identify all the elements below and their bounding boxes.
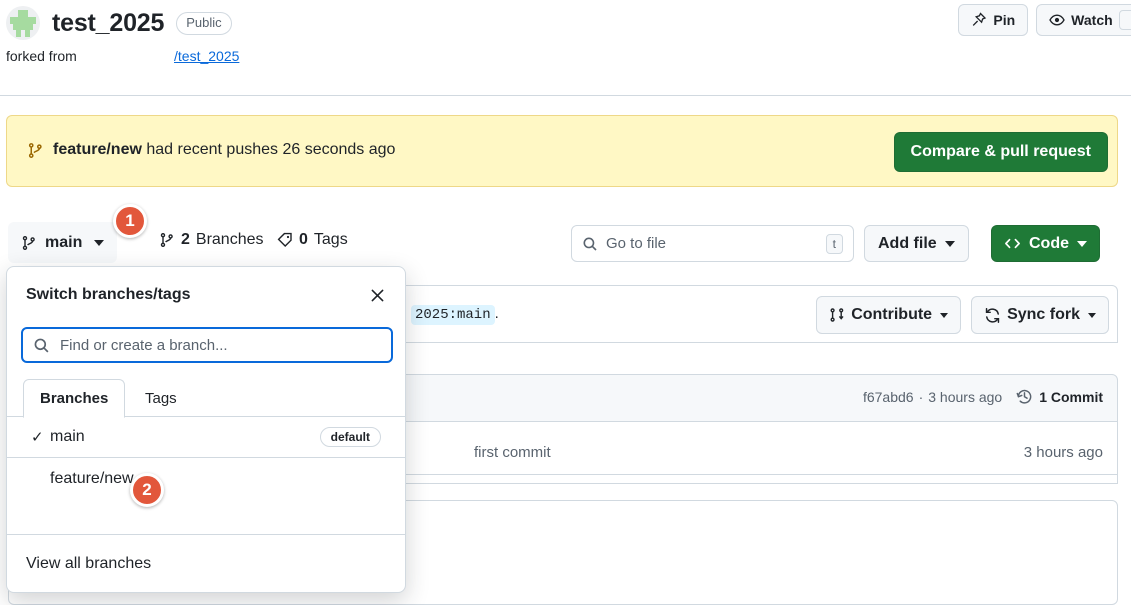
chevron-down-icon [94, 239, 105, 246]
page-title[interactable]: test_2025 [52, 9, 164, 38]
tab-branches[interactable]: Branches [23, 379, 126, 418]
go-to-file-placeholder: Go to file [606, 235, 667, 252]
sync-fork-trailing: . [494, 305, 499, 322]
branch-search-input[interactable]: Find or create a branch... [21, 327, 393, 363]
recent-pushes-branch-name: feature/new [53, 141, 142, 158]
go-to-file-input[interactable]: Go to file t [571, 225, 854, 262]
header-divider [0, 95, 1131, 96]
clock-history-icon [1016, 388, 1033, 405]
branch-search-placeholder: Find or create a branch... [60, 336, 228, 354]
add-file-button[interactable]: Add file [864, 225, 969, 262]
code-button[interactable]: Code [991, 225, 1100, 262]
branch-name: feature/new [50, 469, 134, 487]
watch-button[interactable]: Watch [1036, 4, 1131, 36]
branch-icon [159, 232, 175, 248]
sync-fork-label: Sync fork [1007, 306, 1080, 323]
visibility-badge: Public [176, 11, 232, 35]
file-commit-message[interactable]: first commit [474, 444, 551, 461]
chevron-down-icon [1088, 312, 1096, 318]
search-icon [582, 236, 598, 252]
recent-pushes-banner: feature/new had recent pushes 26 seconds… [6, 115, 1118, 187]
branch-dropdown-label: main [45, 233, 83, 251]
close-icon[interactable] [365, 283, 389, 307]
github-repo-page: test_2025 Public forked from /test_2025 … [0, 0, 1131, 605]
commit-separator: · [918, 388, 924, 405]
chevron-down-icon [944, 240, 955, 247]
forked-from-row: forked from /test_2025 [6, 46, 506, 70]
branch-panel-title: Switch branches/tags [26, 286, 191, 303]
annotation-badge-2: 2 [130, 473, 164, 507]
chevron-down-icon [1077, 240, 1087, 247]
latest-commit-meta: f67abd6 · 3 hours ago 1 Commit [863, 388, 1103, 405]
branch-panel-header: Switch branches/tags [7, 267, 405, 325]
sync-icon [984, 307, 1001, 324]
annotation-badge-1: 1 [113, 204, 147, 238]
pin-button-label: Pin [993, 12, 1016, 28]
tab-tags[interactable]: Tags [129, 379, 193, 417]
watch-count [1118, 10, 1131, 30]
pin-button[interactable]: Pin [958, 4, 1029, 36]
eye-icon [1049, 12, 1065, 28]
forked-from-label: forked from [6, 48, 77, 64]
branch-name: main [50, 428, 85, 445]
tag-icon [277, 232, 293, 248]
branches-count: 2 [181, 231, 190, 248]
chevron-down-icon [940, 312, 949, 318]
branch-panel-tabs: Branches Tags [7, 379, 405, 418]
file-commit-time: 3 hours ago [1023, 444, 1103, 461]
code-button-label: Code [1029, 234, 1069, 252]
branch-switcher-panel: Switch branches/tags Find or create a br… [6, 266, 406, 593]
commit-count-label: 1 Commit [1039, 388, 1103, 405]
contribute-label: Contribute [851, 306, 933, 323]
upstream-branch-chip: 2025:main [411, 305, 495, 325]
add-file-label: Add file [878, 234, 937, 252]
branch-icon [21, 235, 37, 251]
pull-request-icon [829, 307, 845, 323]
commit-count-link[interactable]: 1 Commit [1016, 388, 1103, 405]
check-icon: ✓ [31, 429, 44, 446]
repo-header: test_2025 Public forked from /test_2025 … [0, 0, 1131, 96]
search-icon [33, 337, 50, 354]
repo-header-actions: Pin Watch [958, 4, 1131, 36]
branch-list-item-main[interactable]: ✓ main default [7, 417, 405, 458]
branch-dropdown-button[interactable]: main [8, 222, 118, 263]
sync-fork-button[interactable]: Sync fork [971, 296, 1109, 334]
code-brackets-icon [1004, 235, 1021, 252]
branch-list-item-feature-new[interactable]: feature/new [7, 458, 405, 499]
sync-fork-actions: Contribute Sync fork [816, 296, 1109, 334]
watch-button-label: Watch [1071, 12, 1113, 28]
default-branch-badge: default [319, 427, 381, 447]
repo-title-row: test_2025 Public [6, 6, 232, 40]
recent-pushes-text: feature/new had recent pushes 26 seconds… [53, 141, 395, 159]
go-to-file-shortcut: t [825, 233, 843, 254]
view-all-branches-label: View all branches [26, 554, 152, 572]
view-all-branches-link[interactable]: View all branches [7, 534, 405, 592]
branch-icon [27, 142, 44, 159]
commit-hash[interactable]: f67abd6 [863, 389, 914, 405]
branches-label: Branches [195, 231, 264, 248]
repo-identicon-avatar-icon [6, 6, 40, 40]
pin-icon [971, 12, 987, 28]
tags-count-link[interactable]: 0 Tags [277, 231, 348, 249]
repo-toolbar: main 2 Branches 0 Tags Go to file t Add … [0, 222, 1131, 264]
recent-pushes-message: had recent pushes 26 seconds ago [141, 141, 396, 158]
commit-relative-time: 3 hours ago [928, 388, 1003, 405]
forked-from-link[interactable]: /test_2025 [174, 48, 239, 64]
tags-label: Tags [313, 231, 348, 248]
contribute-button[interactable]: Contribute [816, 296, 962, 334]
compare-pull-request-button[interactable]: Compare & pull request [893, 132, 1108, 172]
tags-count: 0 [299, 231, 308, 248]
branches-count-link[interactable]: 2 Branches [159, 231, 264, 249]
